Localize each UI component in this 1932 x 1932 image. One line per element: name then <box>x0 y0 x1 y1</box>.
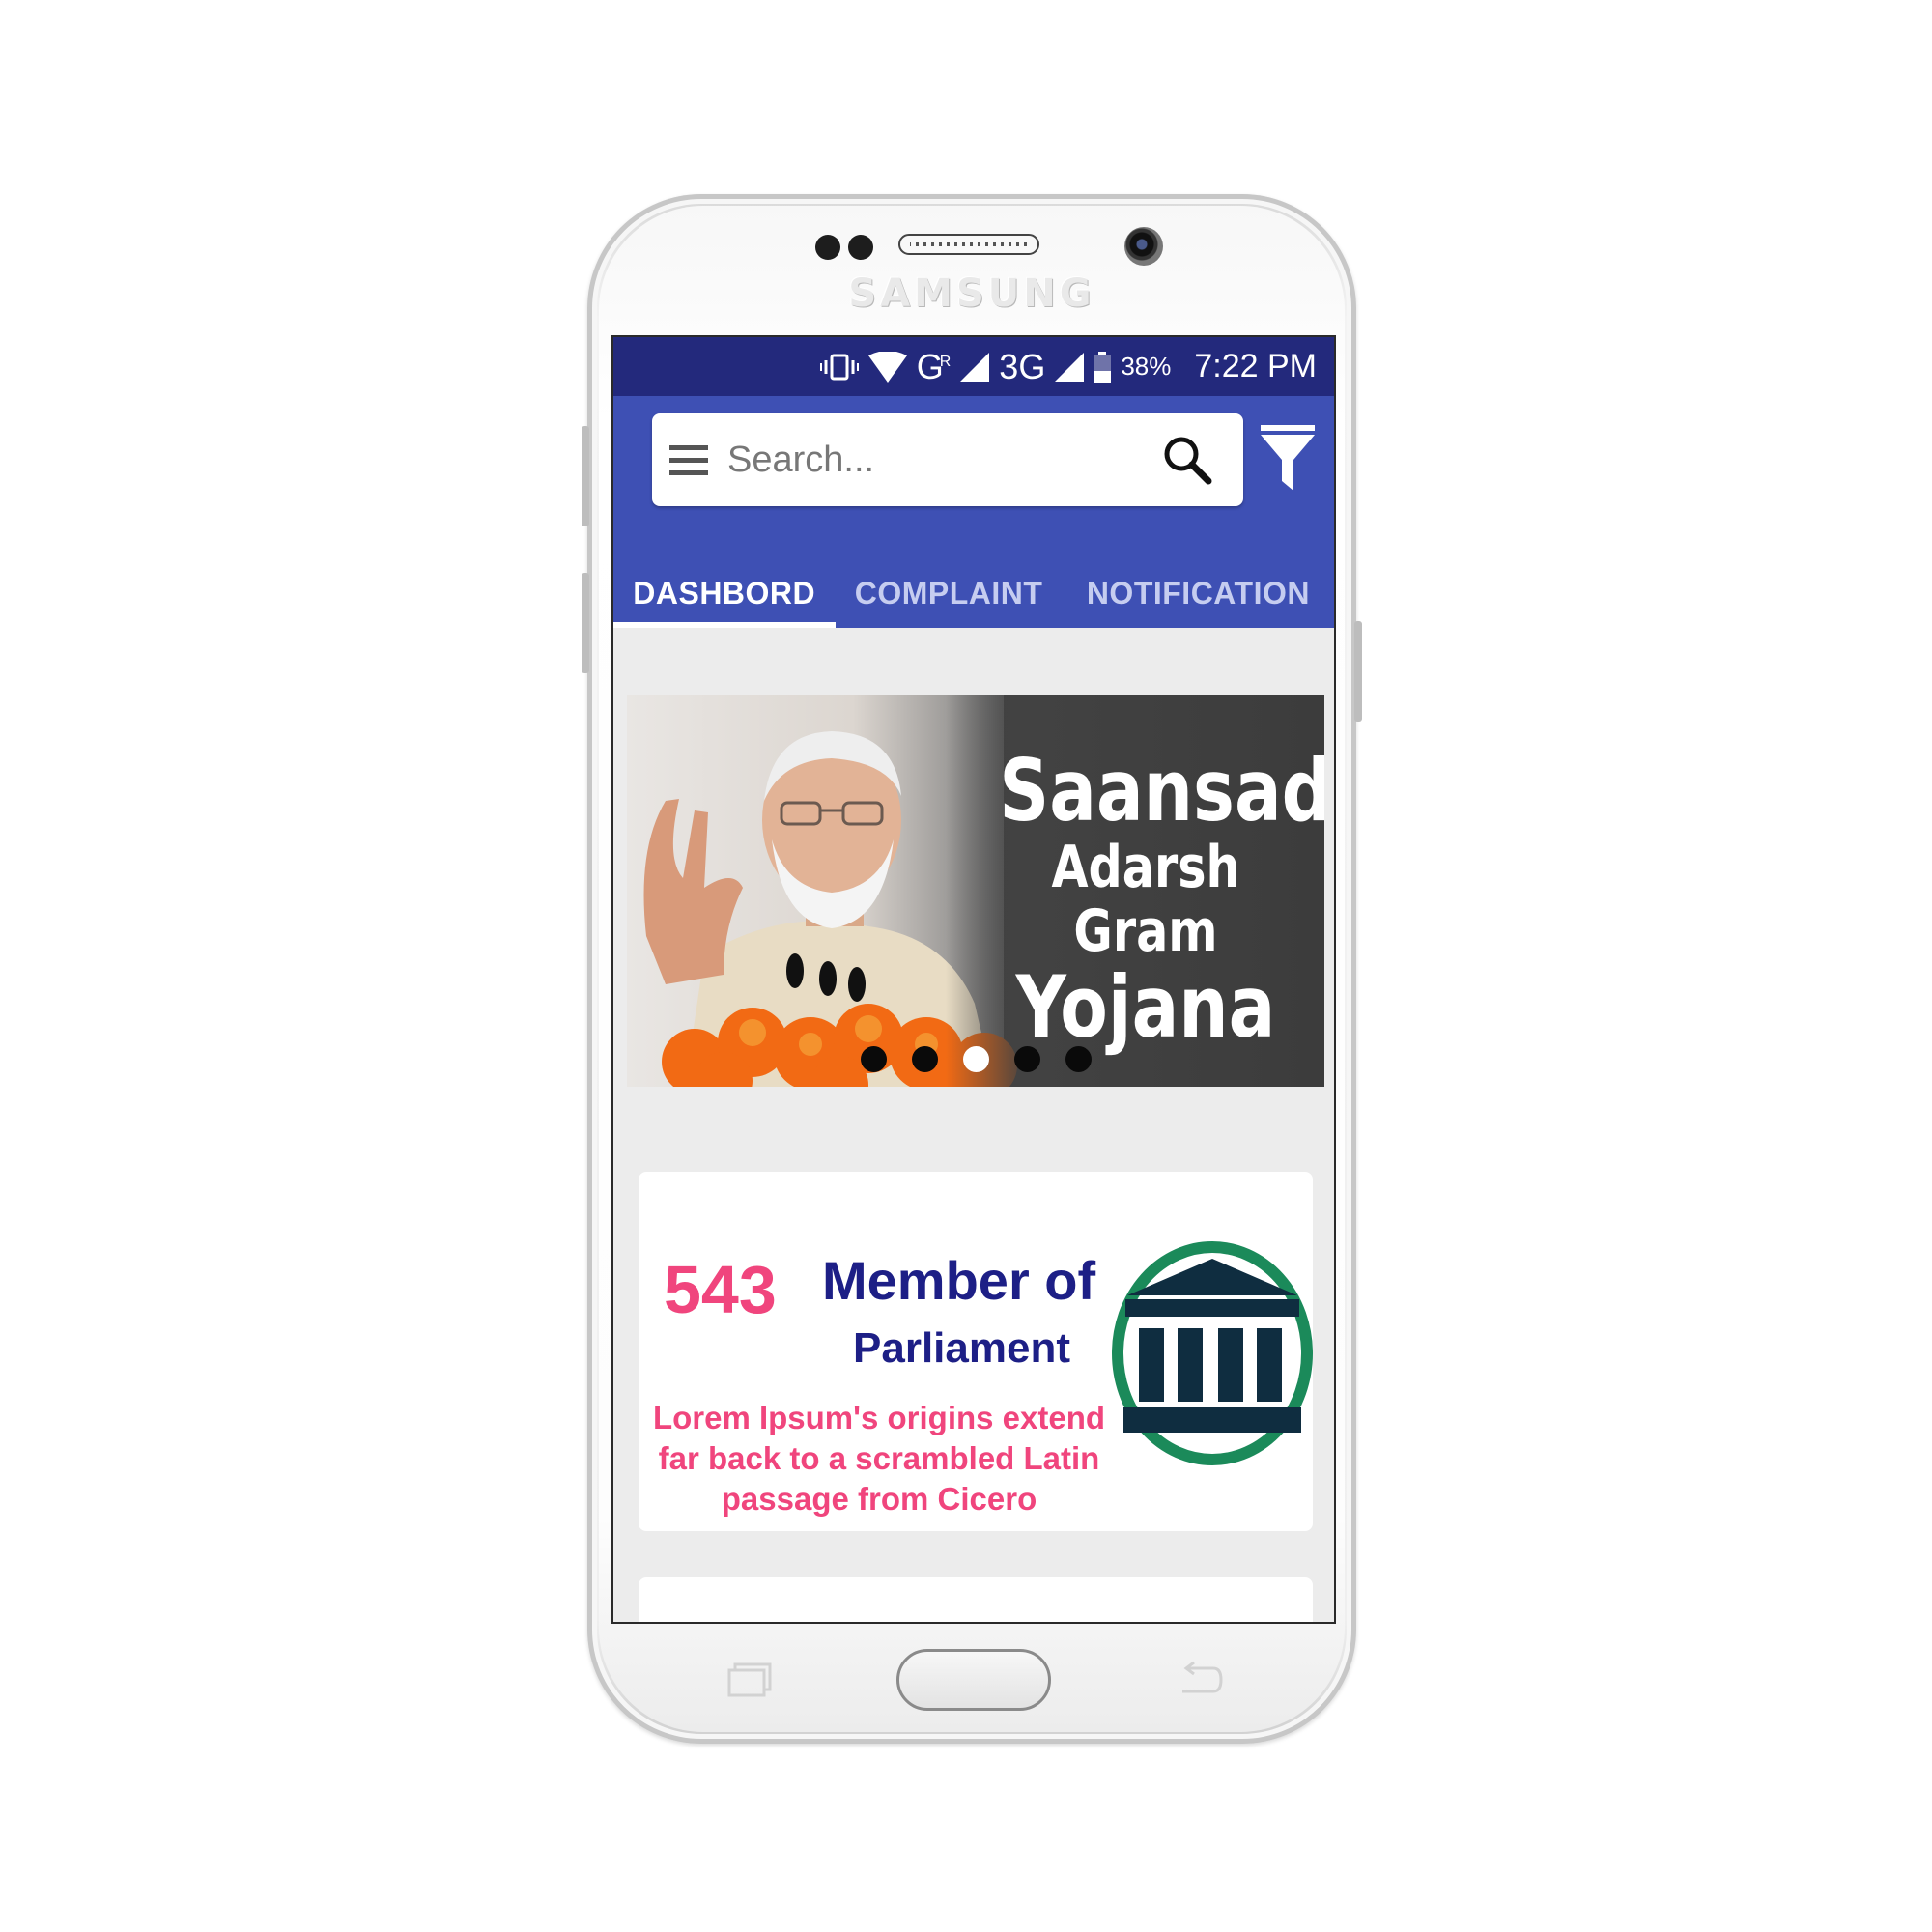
carousel-dot[interactable] <box>1014 1046 1040 1072</box>
clock: 7:22 PM <box>1194 348 1317 384</box>
network-type-1: GR <box>916 346 952 386</box>
filter-icon[interactable] <box>1261 425 1315 493</box>
brand-logo: SAMSUNG <box>848 271 1095 316</box>
mp-stat-card[interactable]: 543 Member of Parliament Lorem Ipsum's o… <box>639 1172 1313 1531</box>
signal-icon <box>1055 352 1085 382</box>
wifi-icon <box>867 351 907 383</box>
front-camera <box>1124 227 1163 266</box>
card-subtitle: Parliament <box>853 1324 1070 1372</box>
volume-down-button[interactable] <box>582 573 589 673</box>
tab-complaint[interactable]: COMPLAINT <box>835 558 1062 628</box>
proximity-sensor <box>815 235 840 260</box>
hamburger-menu-icon[interactable] <box>669 443 708 476</box>
card-title: Member of <box>822 1250 1096 1311</box>
battery-percent: 38% <box>1121 352 1172 381</box>
volume-up-button[interactable] <box>582 426 589 526</box>
tab-dashboard[interactable]: DASHBORD <box>613 558 835 628</box>
tab-notification[interactable]: NOTIFICATION <box>1063 558 1334 628</box>
card-description: Lorem Ipsum's origins extend far back to… <box>652 1400 1106 1517</box>
banner-carousel[interactable]: Saansad Adarsh Gram Yojana <box>627 695 1324 1087</box>
tab-bar: DASHBORD COMPLAINT NOTIFICATION <box>613 558 1334 628</box>
active-tab-indicator <box>613 622 836 628</box>
home-button[interactable] <box>896 1649 1051 1711</box>
carousel-dot-active[interactable] <box>963 1046 989 1072</box>
battery-icon <box>1094 351 1112 383</box>
app-bar: DASHBORD COMPLAINT NOTIFICATION <box>613 396 1334 628</box>
vibrate-icon <box>819 354 859 380</box>
network-type-2: 3G <box>999 346 1046 386</box>
mp-count: 543 <box>664 1252 777 1327</box>
parliament-icon <box>1112 1241 1313 1465</box>
banner-title: Saansad Adarsh Gram Yojana <box>999 741 1324 1057</box>
power-button[interactable] <box>1354 621 1362 722</box>
recent-apps-icon[interactable] <box>727 1662 772 1697</box>
back-icon[interactable] <box>1175 1661 1223 1695</box>
carousel-dot[interactable] <box>912 1046 938 1072</box>
carousel-dot[interactable] <box>861 1046 887 1072</box>
carousel-dot[interactable] <box>1065 1046 1092 1072</box>
signal-icon <box>960 352 990 382</box>
phone-screen: GR 3G 38% 7:22 PM Search... DASHBORD COM… <box>611 335 1336 1624</box>
search-icon[interactable] <box>1162 435 1212 485</box>
carousel-indicators <box>861 1046 1092 1072</box>
earpiece-speaker <box>898 234 1039 255</box>
status-bar: GR 3G 38% 7:22 PM <box>613 337 1334 396</box>
search-bar <box>652 413 1243 506</box>
phone-frame: SAMSUNG GR 3G 38% 7:22 PM Search... DASH… <box>582 194 1362 1744</box>
search-input[interactable] <box>725 430 1154 490</box>
next-card[interactable] <box>639 1577 1313 1622</box>
light-sensor <box>848 235 873 260</box>
